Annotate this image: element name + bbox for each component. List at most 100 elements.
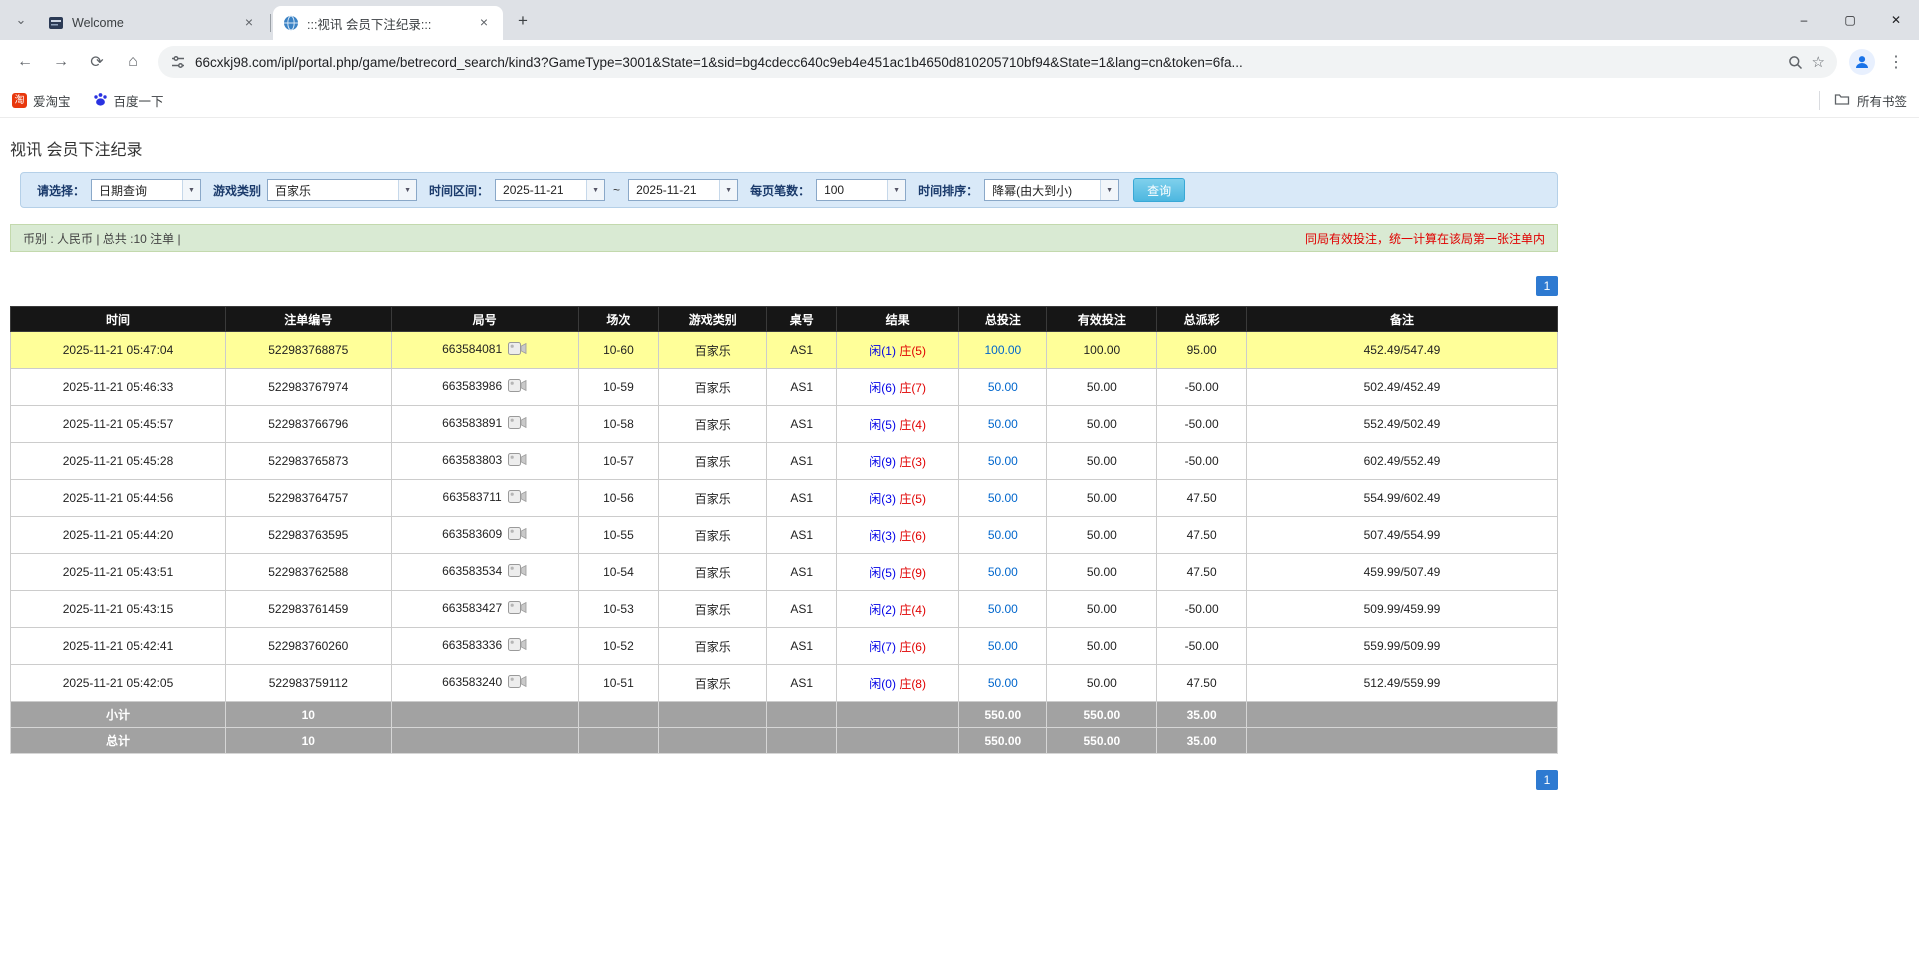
- total-bet-link[interactable]: 50.00: [988, 380, 1018, 394]
- total-count: 10: [226, 728, 392, 754]
- cell-total-bet: 50.00: [959, 628, 1047, 665]
- total-bet-link[interactable]: 50.00: [988, 528, 1018, 542]
- cell-result: 闲(1) 庄(5): [837, 332, 959, 369]
- home-icon[interactable]: ⌂: [116, 45, 150, 79]
- tab-close-icon[interactable]: ×: [240, 14, 258, 32]
- subtotal-payout: 35.00: [1157, 702, 1247, 728]
- profile-avatar[interactable]: [1849, 49, 1875, 75]
- video-replay-icon[interactable]: [508, 342, 527, 358]
- tab-favicon: [283, 15, 299, 31]
- result-banker: 庄(7): [899, 381, 926, 395]
- total-valid-bet: 550.00: [1047, 728, 1157, 754]
- video-replay-icon[interactable]: [508, 564, 527, 580]
- per-page-select[interactable]: 100 ▼: [816, 179, 906, 201]
- video-replay-icon[interactable]: [508, 490, 527, 506]
- total-label: 总计: [11, 728, 226, 754]
- browser-menu-icon[interactable]: ⋮: [1881, 47, 1911, 77]
- maximize-button[interactable]: ▢: [1827, 0, 1873, 40]
- date-from-select[interactable]: 2025-11-21 ▼: [495, 179, 605, 201]
- cell-bet-id: 522983761459: [226, 591, 392, 628]
- cell-round-id: 663583891: [391, 406, 578, 443]
- result-player: 闲(2): [869, 603, 896, 617]
- subtotal-label: 小计: [11, 702, 226, 728]
- table-footer: 小计 10 550.00 550.00 35.00 总计 10 550.00 5…: [11, 702, 1558, 754]
- cell-result: 闲(3) 庄(6): [837, 517, 959, 554]
- back-icon[interactable]: ←: [8, 45, 42, 79]
- page-number-button[interactable]: 1: [1536, 276, 1558, 296]
- video-replay-icon[interactable]: [508, 675, 527, 691]
- cell-result: 闲(9) 庄(3): [837, 443, 959, 480]
- date-range-label: 时间区间：: [429, 182, 489, 199]
- url-bar[interactable]: 66cxkj98.com/ipl/portal.php/game/betreco…: [158, 46, 1837, 78]
- close-window-button[interactable]: ✕: [1873, 0, 1919, 40]
- chevron-down-icon: ▼: [1100, 180, 1118, 200]
- cell-payout: 47.50: [1157, 517, 1247, 554]
- tab-bet-records[interactable]: :::视讯 会员下注纪录::: ×: [273, 6, 503, 40]
- table-row: 2025-11-21 05:42:05522983759112663583240…: [11, 665, 1558, 702]
- cell-session: 10-54: [578, 554, 658, 591]
- total-payout: 35.00: [1157, 728, 1247, 754]
- page-number-button[interactable]: 1: [1536, 770, 1558, 790]
- video-replay-icon[interactable]: [508, 638, 527, 654]
- cell-payout: 47.50: [1157, 480, 1247, 517]
- header-total-bet: 总投注: [959, 307, 1047, 332]
- all-bookmarks[interactable]: 所有书签: [1819, 91, 1907, 110]
- cell-game-type: 百家乐: [659, 443, 767, 480]
- cell-session: 10-57: [578, 443, 658, 480]
- search-button[interactable]: 查询: [1133, 178, 1185, 202]
- url-text[interactable]: 66cxkj98.com/ipl/portal.php/game/betreco…: [195, 55, 1779, 70]
- cell-session: 10-60: [578, 332, 658, 369]
- date-to-select[interactable]: 2025-11-21 ▼: [628, 179, 738, 201]
- tab-title: Welcome: [72, 16, 240, 30]
- time-sort-select[interactable]: 降幂(由大到小) ▼: [984, 179, 1119, 201]
- video-replay-icon[interactable]: [508, 379, 527, 395]
- site-settings-icon[interactable]: [170, 54, 186, 70]
- cell-result: 闲(5) 庄(4): [837, 406, 959, 443]
- total-bet-link[interactable]: 100.00: [984, 343, 1021, 357]
- new-tab-button[interactable]: +: [509, 7, 537, 35]
- game-type-select[interactable]: 百家乐 ▼: [267, 179, 417, 201]
- cell-note: 459.99/507.49: [1246, 554, 1557, 591]
- result-banker: 庄(4): [899, 603, 926, 617]
- zoom-icon[interactable]: [1788, 55, 1803, 70]
- cell-bet-id: 522983762588: [226, 554, 392, 591]
- header-bet-id: 注单编号: [226, 307, 392, 332]
- total-bet-link[interactable]: 50.00: [988, 676, 1018, 690]
- cell-bet-id: 522983764757: [226, 480, 392, 517]
- cell-table-no: AS1: [767, 332, 837, 369]
- forward-icon[interactable]: →: [44, 45, 78, 79]
- total-bet-link[interactable]: 50.00: [988, 454, 1018, 468]
- video-replay-icon[interactable]: [508, 527, 527, 543]
- cell-payout: -50.00: [1157, 628, 1247, 665]
- query-type-select[interactable]: 日期查询 ▼: [91, 179, 201, 201]
- tab-close-icon[interactable]: ×: [475, 14, 493, 32]
- tab-welcome[interactable]: Welcome ×: [38, 6, 268, 40]
- total-bet-link[interactable]: 50.00: [988, 565, 1018, 579]
- result-banker: 庄(8): [899, 677, 926, 691]
- cell-table-no: AS1: [767, 406, 837, 443]
- cell-payout: -50.00: [1157, 406, 1247, 443]
- select-type-label: 请选择：: [37, 182, 85, 199]
- bookmark-taobao[interactable]: 淘 爱淘宝: [12, 91, 71, 110]
- cell-table-no: AS1: [767, 480, 837, 517]
- cell-payout: 47.50: [1157, 665, 1247, 702]
- cell-round-id: 663583336: [391, 628, 578, 665]
- result-banker: 庄(9): [899, 566, 926, 580]
- cell-table-no: AS1: [767, 628, 837, 665]
- tab-search-chevron-icon[interactable]: ⌄: [8, 7, 34, 33]
- total-bet-link[interactable]: 50.00: [988, 602, 1018, 616]
- total-bet-link[interactable]: 50.00: [988, 417, 1018, 431]
- subtotal-total-bet: 550.00: [959, 702, 1047, 728]
- video-replay-icon[interactable]: [508, 601, 527, 617]
- table-row: 2025-11-21 05:43:51522983762588663583534…: [11, 554, 1558, 591]
- video-replay-icon[interactable]: [508, 453, 527, 469]
- cell-total-bet: 100.00: [959, 332, 1047, 369]
- minimize-button[interactable]: –: [1781, 0, 1827, 40]
- cell-bet-id: 522983759112: [226, 665, 392, 702]
- total-bet-link[interactable]: 50.00: [988, 491, 1018, 505]
- video-replay-icon[interactable]: [508, 416, 527, 432]
- bookmark-star-icon[interactable]: ☆: [1812, 53, 1825, 71]
- reload-icon[interactable]: ⟳: [80, 45, 114, 79]
- total-bet-link[interactable]: 50.00: [988, 639, 1018, 653]
- bookmark-baidu[interactable]: 百度一下: [93, 91, 164, 110]
